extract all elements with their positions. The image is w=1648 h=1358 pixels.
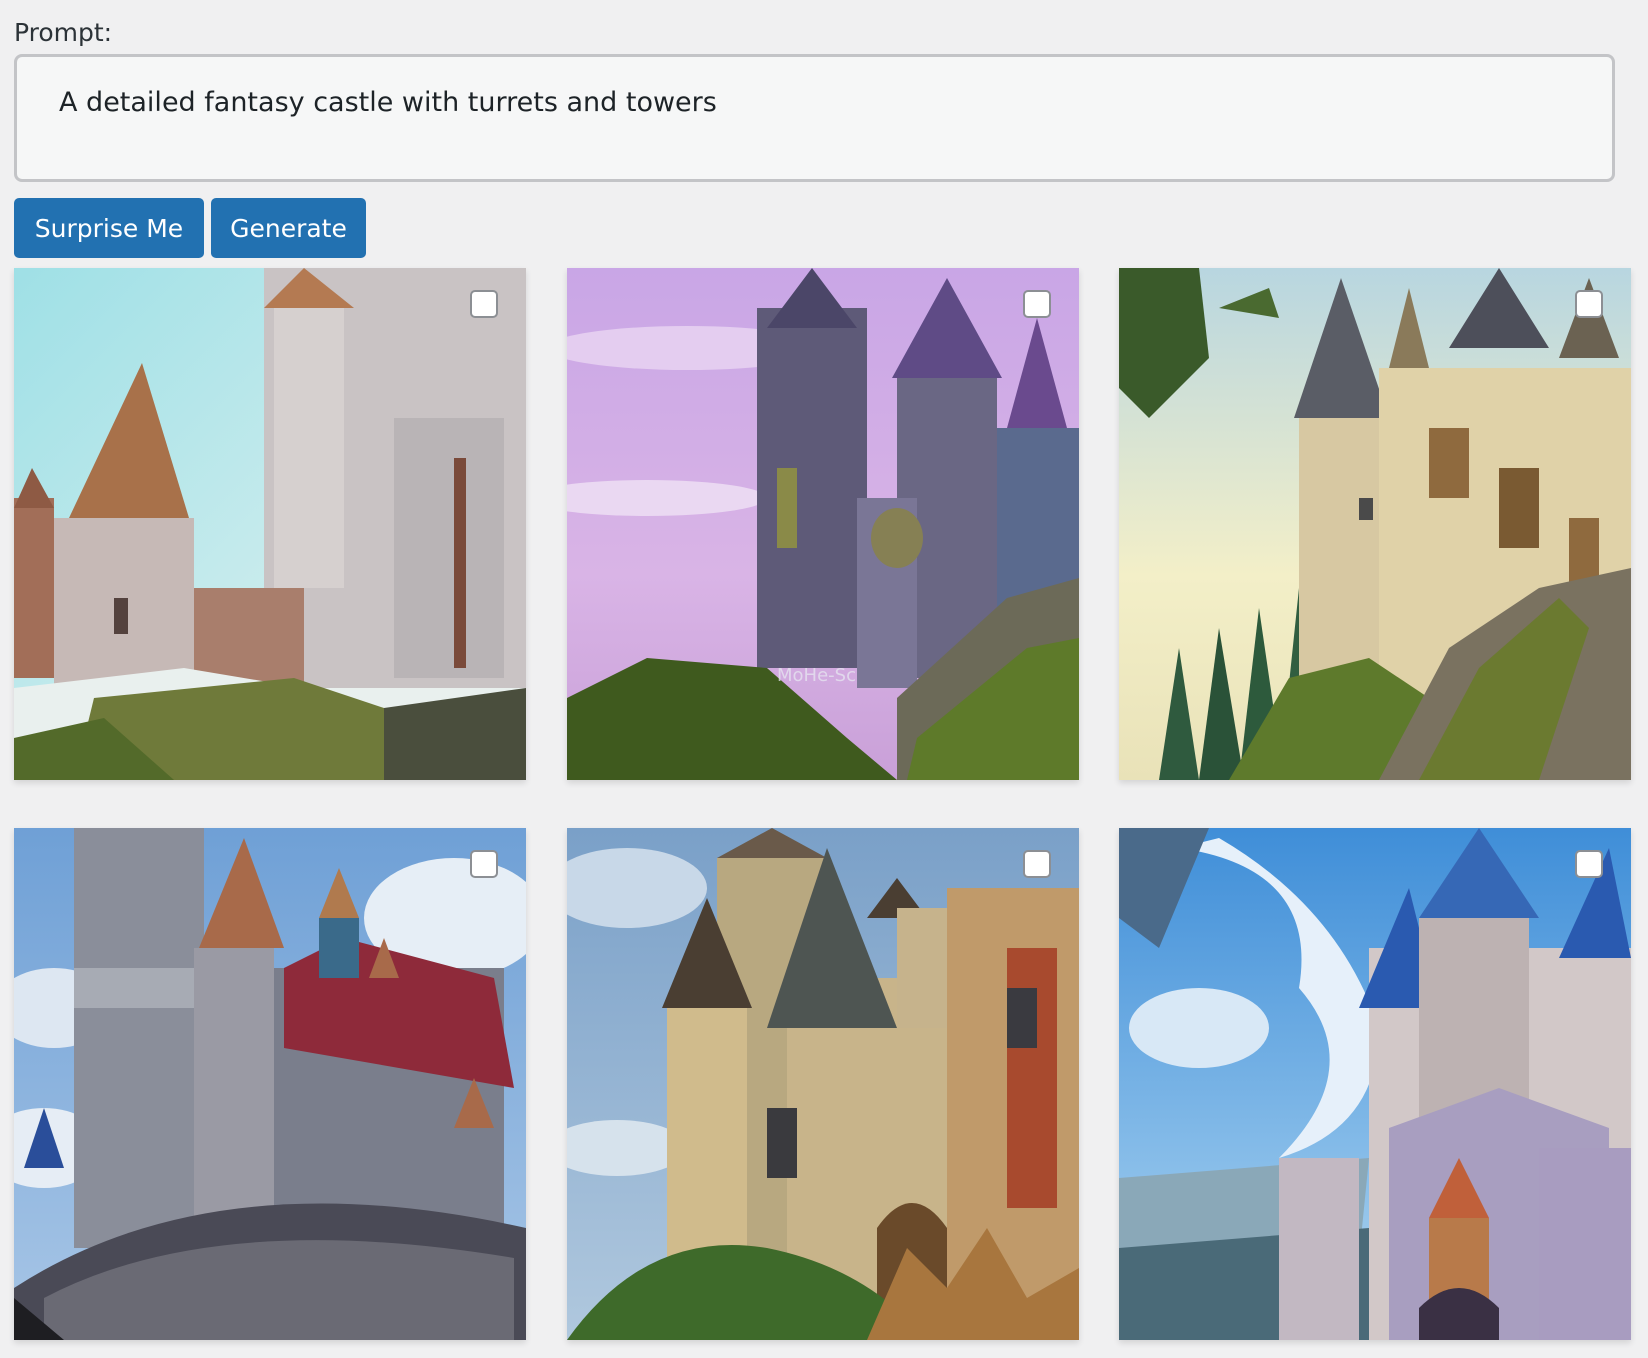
- image-checkbox-2[interactable]: [1023, 290, 1051, 318]
- image-tile-5[interactable]: [567, 828, 1079, 1340]
- image-checkbox-5[interactable]: [1023, 850, 1051, 878]
- image-tile-3[interactable]: [1119, 268, 1631, 780]
- castle-image-6: [1119, 828, 1631, 1340]
- castle-image-4: [14, 828, 526, 1340]
- image-checkbox-3[interactable]: [1575, 290, 1603, 318]
- image-checkbox-6[interactable]: [1575, 850, 1603, 878]
- castle-image-5: [567, 828, 1079, 1340]
- image-tile-1[interactable]: [14, 268, 526, 780]
- prompt-label: Prompt:: [14, 18, 113, 47]
- generate-button[interactable]: Generate: [211, 198, 366, 258]
- image-checkbox-1[interactable]: [470, 290, 498, 318]
- castle-image-2: [567, 268, 1079, 780]
- image-tile-6[interactable]: [1119, 828, 1631, 1340]
- surprise-me-button[interactable]: Surprise Me: [14, 198, 204, 258]
- watermark-text: MoHe-Sc: [777, 665, 856, 686]
- image-tile-4[interactable]: [14, 828, 526, 1340]
- castle-image-1: [14, 268, 526, 780]
- image-tile-2[interactable]: MoHe-Sc: [567, 268, 1079, 780]
- castle-image-3: [1119, 268, 1631, 780]
- image-checkbox-4[interactable]: [470, 850, 498, 878]
- prompt-input[interactable]: A detailed fantasy castle with turrets a…: [14, 54, 1615, 182]
